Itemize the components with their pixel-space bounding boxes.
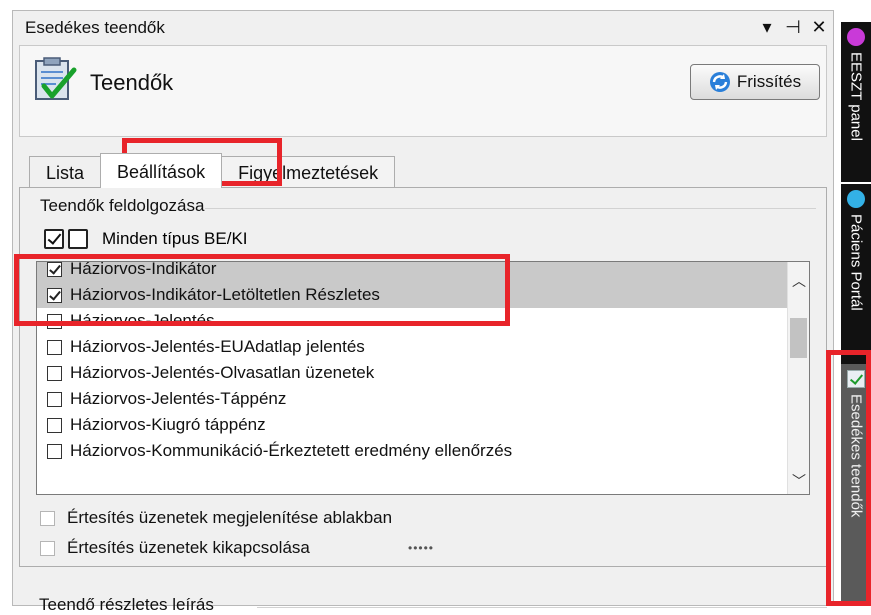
refresh-icon (709, 72, 730, 92)
todo-type-list[interactable]: Háziorvos-Indikátor Háziorvos-Indikátor-L… (36, 261, 810, 495)
list-item-checkbox[interactable] (47, 262, 62, 277)
list-item-label: Háziorvos-Indikátor (70, 261, 217, 278)
close-icon[interactable]: ✕ (811, 17, 827, 38)
list-item[interactable]: Háziorvos-Indikátor-Letöltetlen Részlete… (37, 282, 787, 308)
clipboard-icon (847, 370, 865, 388)
disable-notifications-checkbox[interactable] (40, 540, 55, 556)
list-item-label: Háziorvos-Kommunikáció-Érkeztetett eredm… (70, 441, 513, 460)
side-tab-pacien-label: Páciens Portál (847, 214, 865, 311)
list-item-label: Háziorvos-Kiugró táppénz (70, 415, 266, 434)
clipboard-check-icon (35, 57, 77, 100)
all-types-toggle: Minden típus BE/KI (44, 229, 248, 249)
tab-beallitasok[interactable]: Beállítások (100, 153, 223, 188)
list-item-checkbox[interactable] (47, 365, 62, 381)
purple-dot-icon (847, 28, 865, 46)
scroll-thumb[interactable] (790, 318, 807, 358)
list-item-checkbox[interactable] (47, 313, 62, 329)
refresh-label: Frissítés (736, 72, 802, 91)
group-divider (205, 208, 816, 209)
pin-icon[interactable]: ⊣ (785, 17, 801, 38)
list-item-label: Háziorvos-Jelentés-Táppénz (70, 389, 287, 408)
disable-notifications-label: Értesítés üzenetek kikapcsolása (67, 538, 310, 557)
show-in-window-checkbox[interactable] (40, 510, 55, 526)
processing-group-label: Teendők feldolgozása (40, 196, 205, 215)
refresh-button[interactable]: Frissítés (690, 64, 820, 100)
option-disable-notifications[interactable]: Értesítés üzenetek kikapcsolása (40, 538, 310, 558)
select-all-checkbox[interactable] (44, 229, 64, 249)
list-item-checkbox[interactable] (47, 339, 62, 355)
list-item-label: Háziorvos-Indikátor-Letöltetlen Részlete… (70, 285, 380, 304)
list-item-checkbox[interactable] (47, 443, 62, 459)
scroll-up-icon[interactable]: ︿ (788, 270, 809, 292)
panel-header: Teendők Frissítés (19, 45, 827, 137)
list-item[interactable]: Háziorvos-Kommunikáció-Érkeztetett eredm… (37, 438, 787, 464)
pp-icon (847, 190, 865, 208)
page-title: Teendők (90, 70, 174, 95)
all-types-label: Minden típus BE/KI (102, 229, 248, 248)
panel-title: Esedékes teendők (25, 18, 165, 37)
list-scrollbar[interactable]: ︿ ﹀ (787, 262, 809, 494)
details-divider (257, 607, 827, 608)
list-item[interactable]: Háziorvos-Jelentés-Táppénz (37, 386, 787, 412)
side-tab-pacien-portal[interactable]: Páciens Portál (841, 184, 871, 372)
side-tab-eeszt-label: EESZT panel (847, 52, 865, 141)
panel-splitter[interactable]: ••••• (408, 541, 434, 555)
deselect-all-checkbox[interactable] (68, 229, 88, 249)
list-item-label: Háziorvos-Jelentés (70, 311, 215, 330)
list-item-label: Háziorvos-Jelentés-EUAdatlap jelentés (70, 337, 365, 356)
show-in-window-label: Értesítés üzenetek megjelenítése ablakba… (67, 508, 393, 527)
list-item[interactable]: Háziorvos-Kiugró táppénz (37, 412, 787, 438)
side-tab-eeszt[interactable]: EESZT panel (841, 22, 871, 182)
settings-content: Teendők feldolgozása Minden típus BE/KI … (19, 187, 827, 567)
list-item-checkbox[interactable] (47, 287, 62, 303)
option-show-in-window[interactable]: Értesítés üzenetek megjelenítése ablakba… (40, 508, 392, 528)
side-tab-teendok-label: Esedékes teendők (847, 394, 865, 518)
panel-titlebar: Esedékes teendők ▾ ⊣ ✕ (13, 11, 833, 45)
list-item[interactable]: Háziorvos-Jelentés (37, 308, 787, 334)
side-tab-esedekes-teendok[interactable]: Esedékes teendők (841, 364, 871, 606)
todo-type-rows: Háziorvos-Indikátor Háziorvos-Indikátor-L… (37, 261, 787, 464)
window-controls: ▾ ⊣ ✕ (759, 17, 827, 38)
side-tab-bar: EESZT panel Páciens Portál Esedékes teen… (841, 22, 871, 606)
dropdown-icon[interactable]: ▾ (759, 17, 775, 38)
tab-lista[interactable]: Lista (29, 156, 102, 188)
list-item-checkbox[interactable] (47, 391, 62, 407)
tab-figyelmeztetesek[interactable]: Figyelmeztetések (221, 156, 396, 188)
list-item-label: Háziorvos-Jelentés-Olvasatlan üzenetek (70, 363, 375, 382)
details-group-label: Teendő részletes leírás (39, 595, 214, 614)
scroll-down-icon[interactable]: ﹀ (788, 470, 809, 492)
todo-panel: Esedékes teendők ▾ ⊣ ✕ Teendők Frissítés… (12, 10, 834, 614)
list-item[interactable]: Háziorvos-Jelentés-Olvasatlan üzenetek (37, 360, 787, 386)
list-item[interactable]: Háziorvos-Jelentés-EUAdatlap jelentés (37, 334, 787, 360)
list-item[interactable]: Háziorvos-Indikátor (37, 261, 787, 282)
list-item-checkbox[interactable] (47, 417, 62, 433)
tab-strip: Lista Beállítások Figyelmeztetések (29, 152, 396, 188)
